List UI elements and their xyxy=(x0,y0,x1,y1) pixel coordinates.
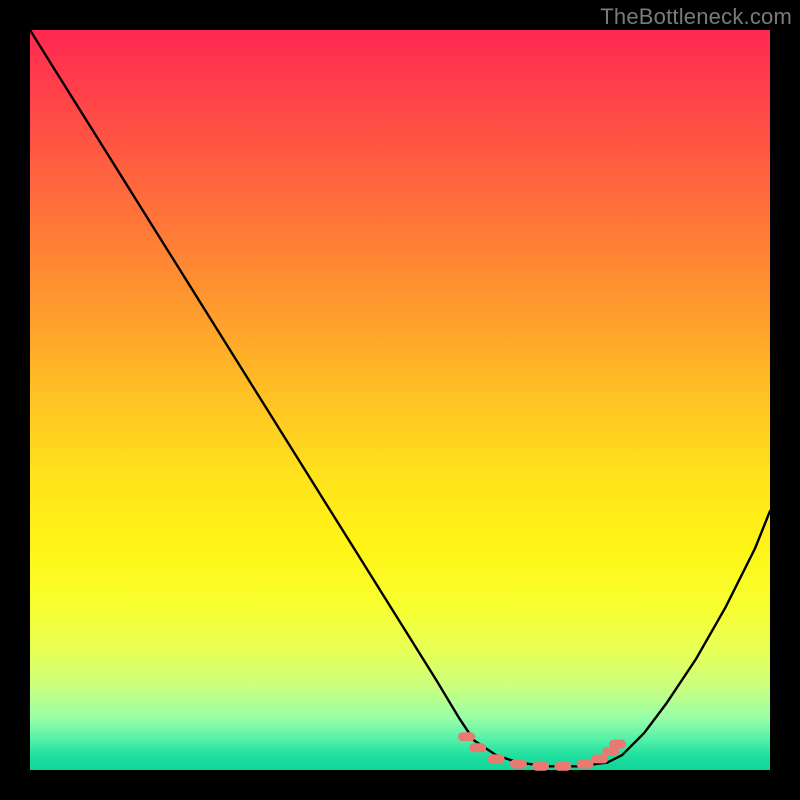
chart-frame: TheBottleneck.com xyxy=(0,0,800,800)
plot-area xyxy=(30,30,770,770)
optimal-zone-highlight xyxy=(463,737,622,767)
bottleneck-curve xyxy=(30,30,770,770)
watermark-text: TheBottleneck.com xyxy=(600,4,792,30)
curve-path xyxy=(30,30,770,766)
